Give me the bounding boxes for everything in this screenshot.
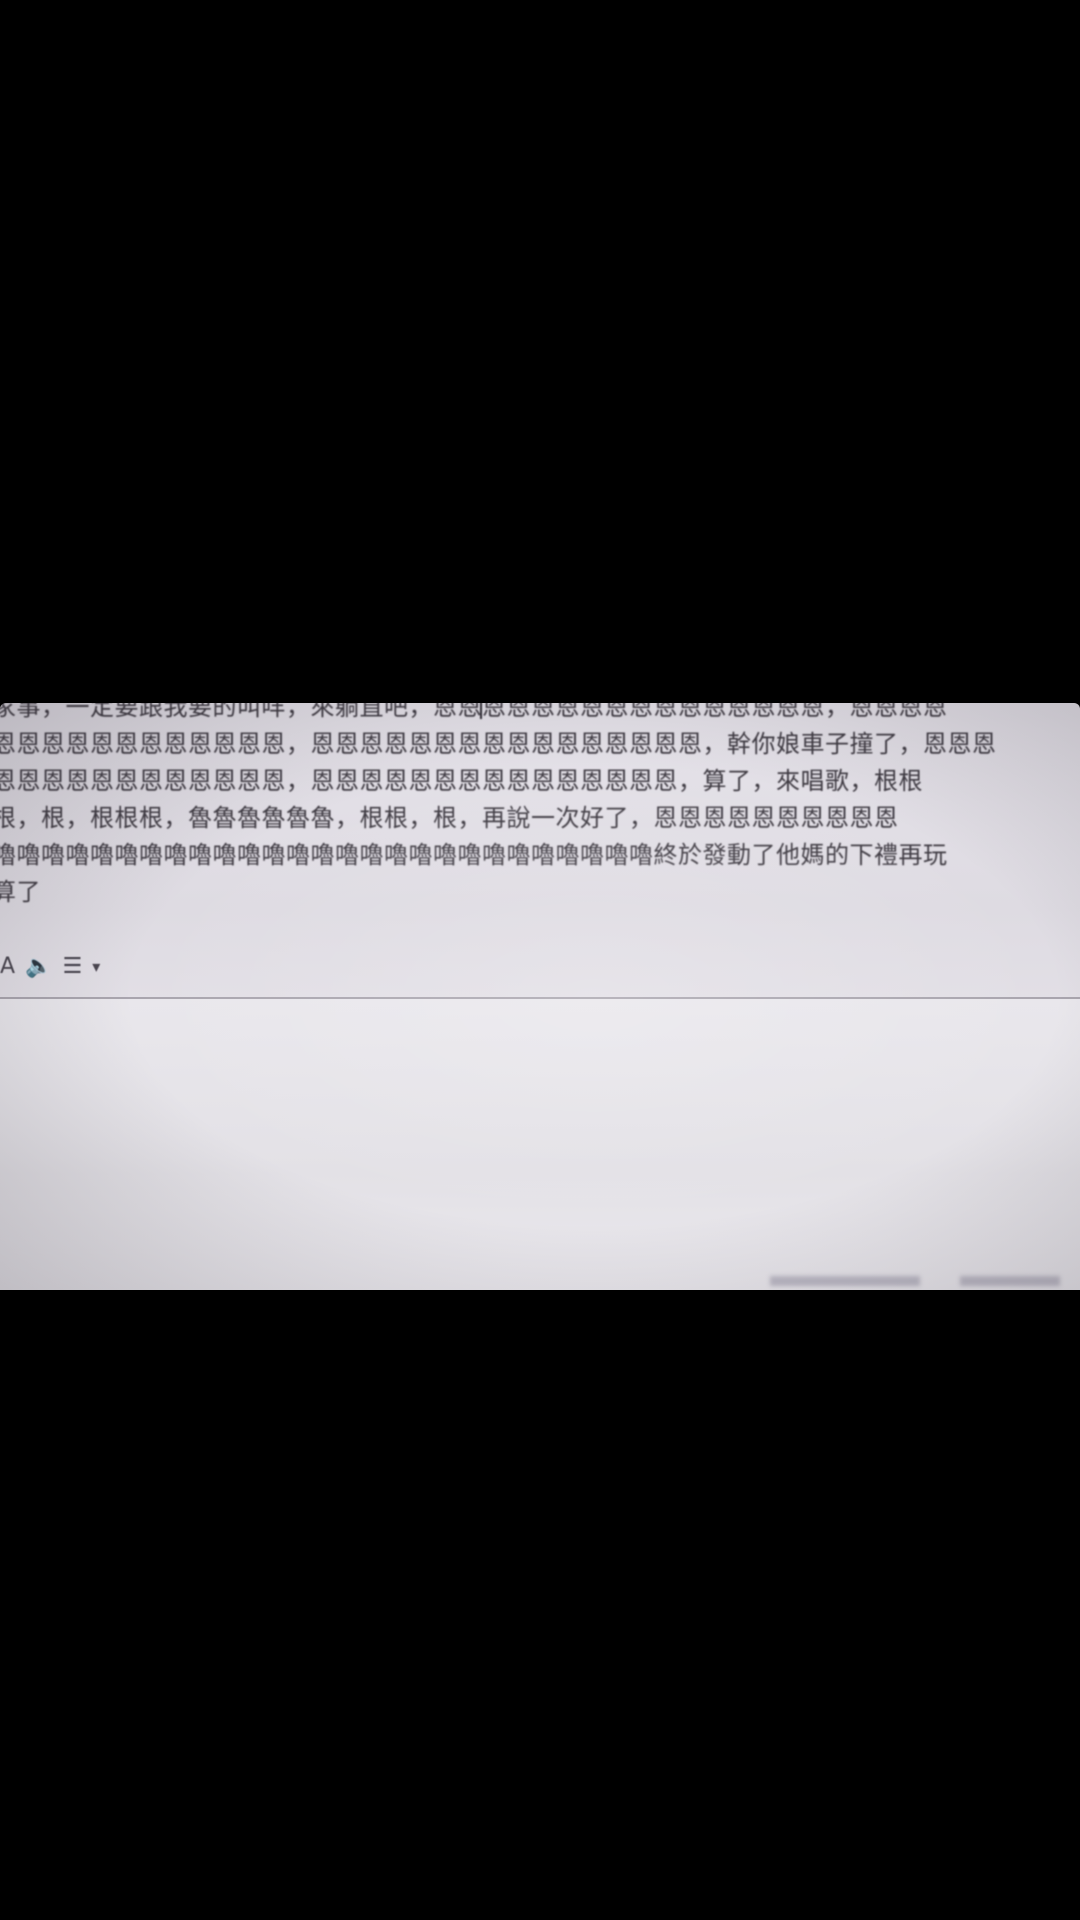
editor-blank-area[interactable] [0,999,1080,1290]
text-line: 嚕嚕嚕嚕嚕嚕嚕嚕嚕嚕嚕嚕嚕嚕嚕嚕嚕嚕嚕嚕嚕嚕嚕嚕嚕嚕嚕終於發動了他媽的下禮再玩 [0,841,948,869]
status-bar [700,1276,1060,1288]
screen-photo: 家事，一定要跟我要的叫咩，來躺直吧，恩恩恩恩恩恩恩恩恩恩恩恩恩恩恩恩，恩恩恩恩 … [0,703,1080,1290]
bullet-list-icon[interactable]: ☰ [62,946,82,986]
text-line: 恩恩恩恩恩恩恩恩恩恩恩恩，恩恩恩恩恩恩恩恩恩恩恩恩恩恩恩，算了，來唱歌，根根 [0,767,923,795]
text-line: 家事，一定要跟我要的叫咩，來躺直吧，恩恩恩恩恩恩恩恩恩恩恩恩恩恩恩恩，恩恩恩恩 [0,703,948,721]
format-toolbar: A 🔈 ☰ ▾ [0,943,200,989]
text-line: 根，根，根根根，魯魯魯魯魯魯，根根，根，再說一次好了，恩恩恩恩恩恩恩恩恩恩 [0,804,899,832]
font-color-button[interactable]: A [0,946,15,986]
text-cursor [480,703,482,719]
text-line: 算了 [0,878,41,906]
speaker-icon[interactable]: 🔈 [25,946,52,986]
status-segment [960,1276,1060,1286]
chevron-down-icon[interactable]: ▾ [92,946,100,986]
status-segment [770,1276,920,1286]
document-text[interactable]: 家事，一定要跟我要的叫咩，來躺直吧，恩恩恩恩恩恩恩恩恩恩恩恩恩恩恩恩，恩恩恩恩 … [0,703,1032,911]
text-line: 恩恩恩恩恩恩恩恩恩恩恩恩，恩恩恩恩恩恩恩恩恩恩恩恩恩恩恩恩，幹你娘車子撞了，恩恩… [0,730,997,758]
